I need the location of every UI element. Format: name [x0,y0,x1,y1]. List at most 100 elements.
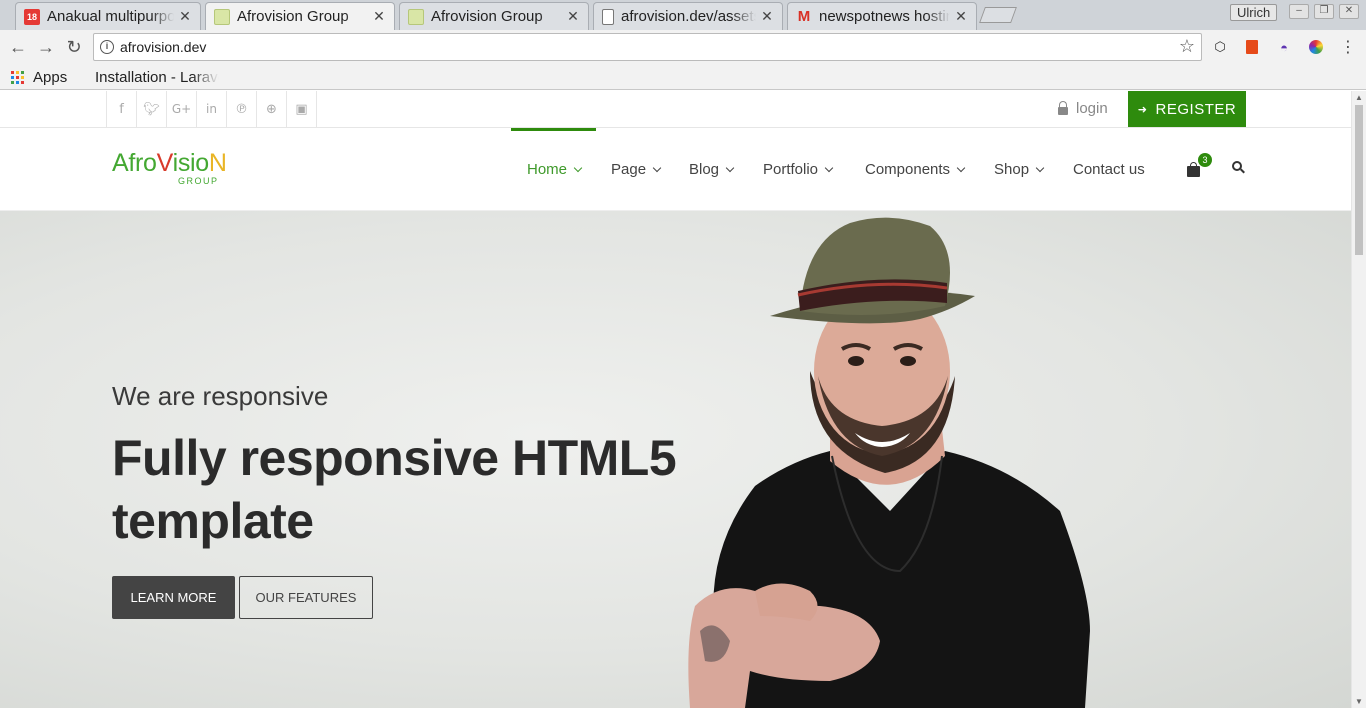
login-label: login [1076,100,1108,117]
linkedin-icon[interactable]: in [197,91,227,127]
tab-favicon-icon: 18 [24,8,40,25]
chevron-down-icon [824,163,834,172]
mask-extension-icon[interactable]: ◓ [1275,38,1293,56]
scroll-up-icon[interactable]: ▲ [1355,93,1363,102]
browser-tab[interactable]: Afrovision Group ✕ [399,2,589,30]
logo-text: V [156,149,173,177]
main-navigation: AfroVisioN GROUP Home Page Blog Portfoli… [0,128,1351,211]
close-tab-icon[interactable]: ✕ [372,8,386,25]
close-tab-icon[interactable]: ✕ [954,8,968,25]
logo-text: Afro [112,149,157,177]
office-extension-icon[interactable] [1243,38,1261,56]
browser-toolbar: ← → ↻ i afrovision.dev ☆ ⬡ ◓ ⋮ [0,30,1366,64]
site-logo[interactable]: AfroVisioN GROUP [112,149,227,186]
color-extension-icon[interactable] [1307,38,1325,56]
facebook-icon[interactable]: f [107,91,137,127]
top-bar: f 🐦︎ G+ in ℗ ⊕ ▣ login ➜ REGISTER [0,91,1351,128]
bookmark-installation[interactable]: Installation - Laravel [84,67,219,87]
close-tab-icon[interactable]: ✕ [760,8,774,25]
cart-count-badge: 3 [1198,153,1212,167]
apps-grid-icon [11,70,24,84]
social-links: f 🐦︎ G+ in ℗ ⊕ ▣ [106,91,317,127]
bookmarks-bar: Apps Installation - Laravel [0,64,1366,90]
apps-label: Apps [33,68,68,86]
new-tab-button[interactable] [979,7,1017,23]
chevron-down-icon [1035,163,1045,172]
url-text[interactable]: afrovision.dev [120,39,206,55]
menu-label: Portfolio [763,161,819,178]
chevron-down-icon [573,163,583,172]
bookmark-star-icon[interactable]: ☆ [1179,36,1195,57]
forward-icon[interactable]: → [34,35,58,59]
menu-item-shop[interactable]: Shop [994,128,1045,211]
search-icon[interactable] [1232,161,1246,175]
menu-label: Components [865,161,951,178]
menu-item-components[interactable]: Components [865,128,966,211]
gmail-icon: M [797,8,811,25]
instagram-icon[interactable]: ▣ [287,91,317,127]
cube-extension-icon[interactable]: ⬡ [1211,38,1229,56]
tab-title: Afrovision Group [237,8,349,25]
page-scrollbar[interactable]: ▲ ▼ [1351,91,1366,708]
web-page: f 🐦︎ G+ in ℗ ⊕ ▣ login ➜ REGISTER AfroVi… [0,91,1351,708]
scroll-down-icon[interactable]: ▼ [1355,697,1363,706]
learn-more-button[interactable]: LEARN MORE [112,576,235,619]
reload-icon[interactable]: ↻ [62,35,86,59]
menu-item-blog[interactable]: Blog [689,128,735,211]
menu-label: Page [611,161,647,178]
twitter-icon[interactable]: 🐦︎ [137,91,167,127]
browser-tab[interactable]: M newspotnews hosting ✕ [787,2,977,30]
menu-label: Contact us [1073,161,1145,178]
close-window-icon[interactable]: ✕ [1339,4,1359,19]
tab-favicon-icon [214,8,230,25]
menu-label: Blog [689,161,720,178]
hero-subtitle: We are responsive [112,381,329,411]
dribbble-icon[interactable]: ⊕ [257,91,287,127]
back-icon[interactable]: ← [6,35,30,59]
browser-tab-strip: 18 Anakual multipurpose ✕ Afrovision Gro… [0,0,1366,30]
logo-text: N [208,149,227,177]
profile-button[interactable]: Ulrich [1230,4,1278,21]
close-tab-icon[interactable]: ✕ [566,8,580,25]
menu-item-portfolio[interactable]: Portfolio [763,128,834,211]
menu-item-page[interactable]: Page [611,128,662,211]
scrollbar-thumb[interactable] [1355,105,1363,255]
hero-banner: We are responsive Fully responsive HTML5… [0,211,1351,708]
chevron-down-icon [652,163,662,172]
tab-title: Anakual multipurpose [47,8,174,25]
tab-title: Afrovision Group [431,8,543,25]
document-icon [602,8,614,25]
browser-tab-active[interactable]: Afrovision Group ✕ [205,2,395,30]
menu-item-home[interactable]: Home [527,128,583,211]
browser-tab[interactable]: 18 Anakual multipurpose ✕ [15,2,201,30]
bookmark-label: Installation - Laravel [95,68,219,86]
register-button[interactable]: ➜ REGISTER [1128,91,1246,127]
login-link[interactable]: login [1058,100,1108,117]
maximize-icon[interactable]: ❐ [1314,4,1334,19]
browser-tab[interactable]: afrovision.dev/assets ✕ [593,2,783,30]
tab-title: newspotnews hosting [819,8,950,25]
menu-dots-icon[interactable]: ⋮ [1339,38,1357,56]
tab-title: afrovision.dev/assets [621,8,756,25]
tab-favicon-icon [408,8,424,25]
pinterest-icon[interactable]: ℗ [227,91,257,127]
sign-in-icon: ➜ [1137,103,1148,116]
site-info-icon[interactable]: i [100,40,114,54]
register-label: REGISTER [1155,100,1237,118]
logo-text: isio [172,149,210,177]
chevron-down-icon [725,163,735,172]
address-bar[interactable]: i afrovision.dev ☆ [93,33,1202,61]
minimize-icon[interactable]: – [1289,4,1309,19]
close-tab-icon[interactable]: ✕ [178,8,192,25]
logo-subtitle: GROUP [178,176,219,186]
menu-label: Home [527,161,568,178]
chevron-down-icon [956,163,966,172]
google-plus-icon[interactable]: G+ [167,91,197,127]
hero-person-image [688,217,1090,708]
menu-item-contact[interactable]: Contact us [1073,128,1145,211]
hero-title: Fully responsive HTML5 template [112,430,677,549]
our-features-button[interactable]: OUR FEATURES [239,576,373,619]
book-icon [84,70,86,84]
menu-label: Shop [994,161,1030,178]
apps-shortcut[interactable]: Apps [11,67,67,87]
